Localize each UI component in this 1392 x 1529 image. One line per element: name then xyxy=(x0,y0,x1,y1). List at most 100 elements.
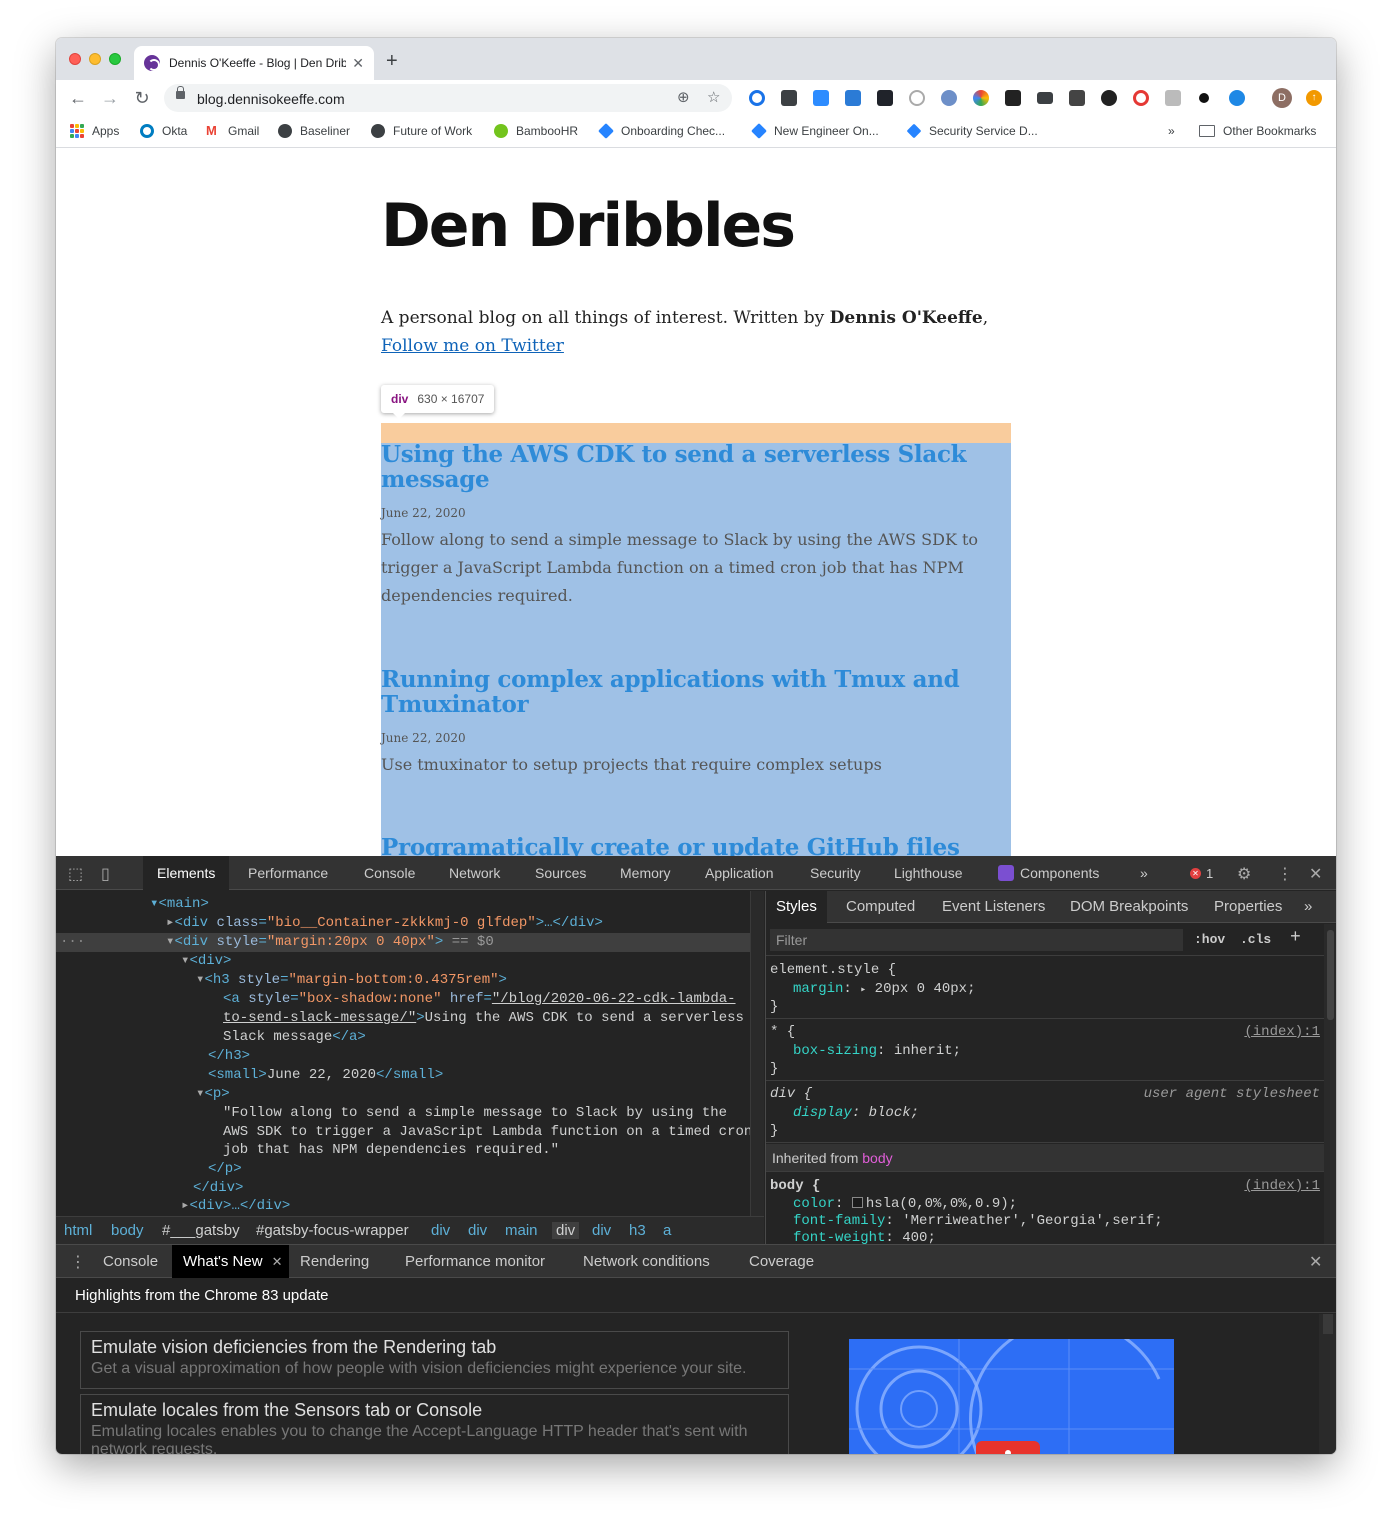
tab-dom-breakpoints[interactable]: DOM Breakpoints xyxy=(1060,891,1198,923)
rule-declaration[interactable]: font-weight: 400; xyxy=(793,1229,936,1244)
inspect-element-icon[interactable]: ⬚ xyxy=(68,864,83,884)
tab-network[interactable]: Network xyxy=(435,856,514,890)
browser-tab-active[interactable]: Dennis O'Keeffe - Blog | Den Dribbles ✕ xyxy=(134,46,374,80)
post-title-link[interactable]: Running complex applications with Tmux a… xyxy=(381,667,1011,717)
settings-gear-icon[interactable]: ⚙ xyxy=(1237,864,1251,884)
tab-properties[interactable]: Properties xyxy=(1204,891,1292,923)
tab-event-listeners[interactable]: Event Listeners xyxy=(932,891,1055,923)
rule-declaration[interactable]: margin: ▸ 20px 0 40px; xyxy=(793,980,976,1000)
dom-href-link[interactable]: to-send-slack-message/" xyxy=(223,1010,416,1026)
dom-node-main[interactable]: ▾<main> xyxy=(150,895,209,914)
crumb-html[interactable]: html xyxy=(64,1222,92,1239)
extension-gray-icon[interactable] xyxy=(1165,90,1181,106)
tab-application[interactable]: Application xyxy=(691,856,788,890)
rule-declaration[interactable]: box-sizing: inherit; xyxy=(793,1042,961,1061)
error-counter[interactable]: ✕ 1 xyxy=(1190,866,1213,881)
bookmark-bamboohr[interactable]: BambooHR xyxy=(494,124,578,138)
reload-icon[interactable]: ↻ xyxy=(130,86,154,110)
tab-styles[interactable]: Styles xyxy=(766,891,827,923)
dom-node-small[interactable]: <small>June 22, 2020</small> xyxy=(208,1066,443,1085)
crumb-div[interactable]: div xyxy=(592,1222,611,1239)
bookmark-star-icon[interactable]: ☆ xyxy=(707,88,720,106)
bookmark-baseliner[interactable]: Baseliner xyxy=(278,124,350,138)
whats-new-card[interactable]: Emulate locales from the Sensors tab or … xyxy=(80,1394,789,1454)
drawer-menu-icon[interactable]: ⋮ xyxy=(70,1252,86,1272)
dom-node-div[interactable]: ▾<div> xyxy=(181,952,231,971)
dom-node-a[interactable]: <a style="box-shadow:none" href="/blog/2… xyxy=(223,990,736,1009)
bookmark-okta[interactable]: Okta xyxy=(140,124,187,138)
whats-new-scrollbar[interactable] xyxy=(1319,1314,1336,1454)
dom-node-bio[interactable]: ▸<div class="bio__Container-zkkkmj-0 glf… xyxy=(166,914,603,933)
close-devtools-icon[interactable]: ✕ xyxy=(1309,864,1322,884)
profile-avatar[interactable]: D xyxy=(1272,88,1292,108)
crumb-div-selected[interactable]: div xyxy=(552,1222,580,1239)
tab-computed[interactable]: Computed xyxy=(836,891,925,923)
crumb-gatsby[interactable]: #___gatsby xyxy=(162,1222,240,1239)
crumb-div[interactable]: div xyxy=(431,1222,450,1239)
dom-node-h3[interactable]: ▾<h3 style="margin-bottom:0.4375rem"> xyxy=(196,971,507,990)
dom-node-p[interactable]: ▾<p> xyxy=(196,1085,230,1104)
drawer-tab-network-conditions[interactable]: Network conditions xyxy=(572,1245,721,1278)
drawer-tab-whats-new[interactable]: What's New ✕ xyxy=(172,1245,289,1278)
tab-lighthouse[interactable]: Lighthouse xyxy=(880,856,977,890)
bookmark-apps[interactable]: Apps xyxy=(70,124,119,138)
lock-icon[interactable] xyxy=(176,86,185,99)
bookmarks-overflow-button[interactable]: » xyxy=(1168,124,1175,138)
back-arrow-icon[interactable]: ← xyxy=(66,86,90,110)
video-camera-icon[interactable] xyxy=(1037,92,1053,104)
styles-more-tabs-button[interactable]: » xyxy=(1294,891,1322,923)
tab-security[interactable]: Security xyxy=(796,856,875,890)
address-bar[interactable]: blog.dennisokeeffe.com ⊕ ☆ xyxy=(164,84,732,112)
minimize-window-button[interactable] xyxy=(89,53,101,65)
node-actions-icon[interactable]: ··· xyxy=(60,933,85,952)
close-window-button[interactable] xyxy=(69,53,81,65)
other-bookmarks[interactable]: Other Bookmarks xyxy=(1199,124,1316,138)
dom-href-link[interactable]: "/blog/2020-06-22-cdk-lambda- xyxy=(492,991,736,1007)
bookmark-future-of-work[interactable]: Future of Work xyxy=(371,124,472,138)
tab-performance[interactable]: Performance xyxy=(234,856,342,890)
more-tabs-button[interactable]: » xyxy=(1126,856,1162,890)
device-toolbar-icon[interactable]: ▯ xyxy=(101,864,110,884)
tab-console[interactable]: Console xyxy=(350,856,429,890)
crumb-div[interactable]: div xyxy=(468,1222,487,1239)
zoom-extension-icon[interactable] xyxy=(813,90,829,106)
forward-arrow-icon[interactable]: → xyxy=(98,86,122,110)
tab-components[interactable]: Components xyxy=(984,856,1113,890)
react-devtools-icon[interactable] xyxy=(877,90,893,106)
extension-dot-icon[interactable] xyxy=(1199,93,1209,103)
bookmark-onboarding[interactable]: Onboarding Chec... xyxy=(598,123,725,139)
styles-scroll-thumb[interactable] xyxy=(1327,930,1334,1020)
whats-new-scroll-thumb[interactable] xyxy=(1323,1314,1333,1334)
close-drawer-tab-icon[interactable]: ✕ xyxy=(272,1245,283,1278)
extension-window-icon[interactable] xyxy=(845,90,861,106)
maximize-window-button[interactable] xyxy=(109,53,121,65)
hover-state-toggle[interactable]: :hov xyxy=(1194,932,1225,947)
dom-node-selected-div[interactable]: ▾<div style="margin:20px 0 40px"> == $0 xyxy=(166,933,494,952)
drawer-tab-rendering[interactable]: Rendering xyxy=(289,1245,380,1278)
update-arrow-icon[interactable]: ↑ xyxy=(1306,90,1322,106)
drawer-tab-performance-monitor[interactable]: Performance monitor xyxy=(394,1245,556,1278)
extension-target-icon[interactable] xyxy=(909,90,925,106)
tab-sources[interactable]: Sources xyxy=(521,856,600,890)
elements-scrollbar[interactable] xyxy=(750,891,764,1216)
drawer-tab-console[interactable]: Console xyxy=(92,1245,169,1278)
extension-circle-icon[interactable] xyxy=(749,90,765,106)
twitter-link[interactable]: Follow me on Twitter xyxy=(381,336,564,356)
crumb-focus-wrapper[interactable]: #gatsby-focus-wrapper xyxy=(256,1222,409,1239)
close-drawer-icon[interactable]: ✕ xyxy=(1309,1252,1322,1272)
extension-a-icon[interactable] xyxy=(1069,90,1085,106)
color-picker-icon[interactable] xyxy=(973,90,989,106)
rule-source-link[interactable]: (index):1 xyxy=(1244,1023,1320,1042)
more-options-icon[interactable]: ⋮ xyxy=(1277,864,1293,884)
crumb-body[interactable]: body xyxy=(111,1222,144,1239)
bookmark-security-service[interactable]: Security Service D... xyxy=(906,123,1038,139)
cypress-icon[interactable] xyxy=(1101,90,1117,106)
add-rule-button[interactable]: + xyxy=(1290,928,1301,948)
add-icon[interactable]: ⊕ xyxy=(677,88,690,106)
dom-node-div-collapsed[interactable]: ▸<div>…</div> xyxy=(181,1197,290,1216)
color-swatch-icon[interactable] xyxy=(851,1197,863,1208)
extension-c-icon[interactable] xyxy=(1133,90,1149,106)
crumb-main[interactable]: main xyxy=(505,1222,538,1239)
bookmark-new-engineer[interactable]: New Engineer On... xyxy=(751,123,879,139)
post-title-link[interactable]: Programatically create or update GitHub … xyxy=(381,835,1011,856)
